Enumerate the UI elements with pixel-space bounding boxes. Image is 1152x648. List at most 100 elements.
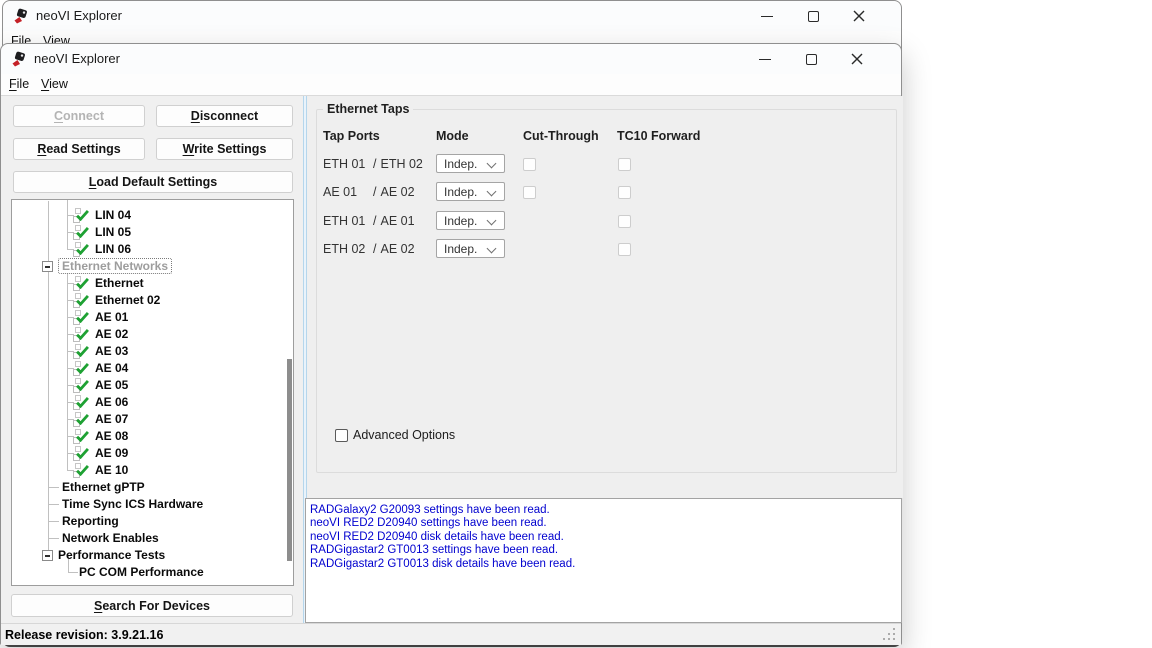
- tree-item-ae-04[interactable]: AE 04: [12, 360, 282, 377]
- tree-item-ae-06[interactable]: AE 06: [12, 394, 282, 411]
- mode-dropdown[interactable]: Indep.: [436, 154, 505, 173]
- tree-item-ae-09[interactable]: AE 09: [12, 445, 282, 462]
- scrollbar-thumb[interactable]: [287, 359, 292, 561]
- advanced-options-checkbox[interactable]: [335, 429, 348, 442]
- network-check-icon: [73, 225, 90, 240]
- collapse-expander-icon[interactable]: [42, 550, 53, 561]
- network-check-icon: [73, 361, 90, 376]
- back-minimize-button[interactable]: [744, 1, 790, 31]
- tree-item-lin-06[interactable]: LIN 06: [12, 241, 282, 258]
- tc10-forward-checkbox[interactable]: [618, 158, 631, 171]
- connect-button[interactable]: Connect: [13, 105, 145, 127]
- network-check-icon: [73, 208, 90, 223]
- mode-dropdown[interactable]: Indep.: [436, 211, 505, 230]
- tap-ports-label: ETH 01/ETH 02: [323, 157, 423, 171]
- log-line: neoVI RED2 D20940 disk details have been…: [310, 531, 897, 544]
- advanced-options-label: Advanced Options: [353, 428, 455, 442]
- network-check-icon: [73, 412, 90, 427]
- back-close-button[interactable]: [836, 1, 882, 31]
- disconnect-button[interactable]: Disconnect: [156, 105, 293, 127]
- network-check-icon: [73, 429, 90, 444]
- mode-dropdown[interactable]: Indep.: [436, 239, 505, 258]
- maximize-icon: [806, 54, 817, 65]
- cut-through-checkbox[interactable]: [523, 186, 536, 199]
- window-title: neoVI Explorer: [34, 51, 120, 66]
- network-check-icon: [73, 242, 90, 257]
- tree-item-ethernet-02[interactable]: Ethernet 02: [12, 292, 282, 309]
- network-check-icon: [73, 276, 90, 291]
- write-settings-button[interactable]: Write Settings: [156, 138, 293, 160]
- tc10-forward-checkbox[interactable]: [618, 243, 631, 256]
- app-icon: [13, 8, 29, 24]
- read-settings-button[interactable]: Read Settings: [13, 138, 145, 160]
- minimize-button[interactable]: [742, 44, 788, 74]
- log-line: neoVI RED2 D20940 settings have been rea…: [310, 517, 897, 530]
- tree-item-ae-01[interactable]: AE 01: [12, 309, 282, 326]
- close-icon: [851, 53, 863, 65]
- tree-item-lin-04[interactable]: LIN 04: [12, 207, 282, 224]
- title-bar[interactable]: neoVI Explorer: [1, 44, 901, 74]
- tree-item-ae-05[interactable]: AE 05: [12, 377, 282, 394]
- network-check-icon: [73, 344, 90, 359]
- column-header-tc10-forward: TC10 Forward: [617, 129, 700, 143]
- tap-ports-label: ETH 01/AE 01: [323, 214, 415, 228]
- status-bar: Release revision: 3.9.21.16: [1, 623, 901, 645]
- network-check-icon: [73, 378, 90, 393]
- tree-item-ethernet-networks[interactable]: Ethernet Networks: [12, 258, 282, 275]
- tree-item-reporting[interactable]: Reporting: [12, 513, 282, 530]
- menu-bar: File View: [1, 74, 901, 96]
- desktop: neoVI Explorer File View neoVI Explorer: [0, 0, 1152, 648]
- back-window-title: neoVI Explorer: [36, 8, 122, 23]
- back-maximize-button[interactable]: [790, 1, 836, 31]
- tree-item-pc-com-performance[interactable]: PC COM Performance: [12, 564, 282, 581]
- resize-grip[interactable]: [893, 638, 895, 640]
- search-for-devices-button[interactable]: Search For Devices: [11, 594, 293, 617]
- maximize-button[interactable]: [788, 44, 834, 74]
- network-check-icon: [73, 395, 90, 410]
- tree-item-ae-07[interactable]: AE 07: [12, 411, 282, 428]
- tap-ports-label: ETH 02/AE 02: [323, 242, 415, 256]
- group-title: Ethernet Taps: [323, 102, 413, 116]
- tree-item-ethernet-gptp[interactable]: Ethernet gPTP: [12, 479, 282, 496]
- minimize-icon: [759, 59, 771, 60]
- tc10-forward-checkbox[interactable]: [618, 186, 631, 199]
- column-header-mode: Mode: [436, 129, 469, 143]
- close-icon: [853, 10, 865, 22]
- neovi-explorer-window: neoVI Explorer File View Connect Disconn…: [0, 43, 902, 645]
- maximize-icon: [808, 11, 819, 22]
- mode-dropdown[interactable]: Indep.: [436, 182, 505, 201]
- log-line: RADGigastar2 GT0013 settings have been r…: [310, 544, 897, 557]
- network-check-icon: [73, 327, 90, 342]
- tree-item-time-sync-ics-hardware[interactable]: Time Sync ICS Hardware: [12, 496, 282, 513]
- tree-item-ae-10[interactable]: AE 10: [12, 462, 282, 479]
- network-check-icon: [73, 310, 90, 325]
- cut-through-checkbox[interactable]: [523, 158, 536, 171]
- log-line: RADGigastar2 GT0013 disk details have be…: [310, 558, 897, 571]
- device-tree: LIN 04 LIN 05 LIN 06 Ethernet Networks E…: [11, 199, 294, 586]
- tc10-forward-checkbox[interactable]: [618, 215, 631, 228]
- tree-scrollbar[interactable]: [284, 200, 292, 585]
- collapse-expander-icon[interactable]: [42, 261, 53, 272]
- tap-ports-label: AE 01/AE 02: [323, 185, 415, 199]
- tree-item-network-enables[interactable]: Network Enables: [12, 530, 282, 547]
- column-header-tap-ports: Tap Ports: [323, 129, 380, 143]
- network-check-icon: [73, 446, 90, 461]
- release-revision-text: Release revision: 3.9.21.16: [5, 628, 163, 642]
- menu-file[interactable]: File: [9, 77, 29, 91]
- minimize-icon: [761, 16, 773, 17]
- column-header-cut-through: Cut-Through: [523, 129, 599, 143]
- tree-item-performance-tests[interactable]: Performance Tests: [12, 547, 282, 564]
- menu-view[interactable]: View: [41, 77, 68, 91]
- network-check-icon: [73, 293, 90, 308]
- close-button[interactable]: [834, 44, 880, 74]
- back-title-bar[interactable]: neoVI Explorer: [3, 1, 901, 31]
- tree-item-ethernet[interactable]: Ethernet: [12, 275, 282, 292]
- load-default-settings-button[interactable]: Load Default Settings: [13, 171, 293, 193]
- log-output[interactable]: RADGalaxy2 G20093 settings have been rea…: [305, 498, 902, 623]
- tree-item-ae-03[interactable]: AE 03: [12, 343, 282, 360]
- tree-item-ae-02[interactable]: AE 02: [12, 326, 282, 343]
- tree-item-ae-08[interactable]: AE 08: [12, 428, 282, 445]
- network-check-icon: [73, 463, 90, 478]
- tree-item-lin-05[interactable]: LIN 05: [12, 224, 282, 241]
- app-icon: [11, 51, 27, 67]
